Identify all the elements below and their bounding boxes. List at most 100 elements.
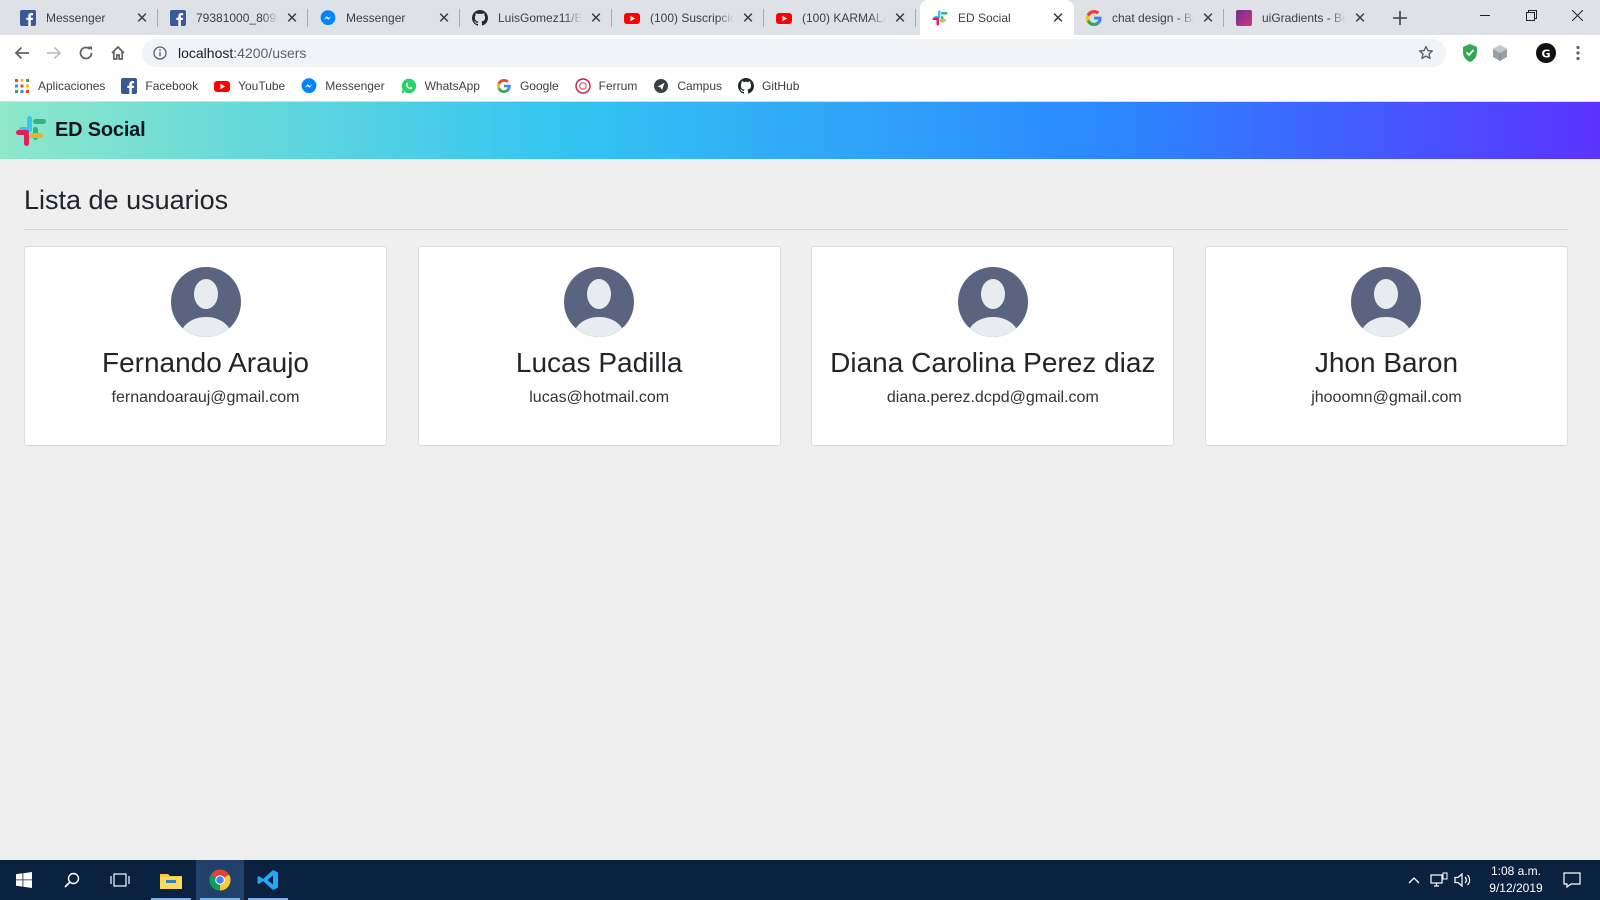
tab-title: Messenger: [346, 10, 406, 25]
tab-google-search[interactable]: chat design - Buscar ✕: [1074, 0, 1224, 35]
cube-extension-icon[interactable]: [1490, 43, 1510, 63]
close-icon[interactable]: ✕: [1050, 10, 1066, 27]
bookmark-youtube[interactable]: YouTube: [214, 78, 285, 94]
bookmark-github[interactable]: GitHub: [738, 78, 799, 94]
start-button[interactable]: [0, 860, 48, 900]
tab-title: ED Social: [958, 10, 1011, 25]
tab-strip: Messenger ✕ 79381000_8096788 ✕ Messenger…: [0, 0, 1600, 35]
bookmark-label: Campus: [677, 79, 723, 93]
home-button[interactable]: [104, 39, 132, 67]
bookmark-aplicaciones[interactable]: Aplicaciones: [14, 78, 105, 94]
tab-uigradients[interactable]: uiGradients - Beautiful ✕: [1224, 0, 1376, 35]
tab-title: Messenger: [46, 10, 106, 25]
user-card[interactable]: Jhon Baron jhooomn@gmail.com: [1204, 246, 1568, 446]
tab-title: (100) Suscripciones: [650, 10, 734, 25]
bookmark-whatsapp[interactable]: WhatsApp: [401, 78, 480, 94]
bookmark-label: YouTube: [238, 79, 286, 93]
tab-title: LuisGomez11/ED-Social: [498, 10, 582, 25]
tab-messenger[interactable]: Messenger ✕: [308, 0, 460, 35]
new-tab-button[interactable]: [1388, 6, 1412, 30]
close-icon[interactable]: ✕: [588, 10, 604, 27]
github-icon: [472, 9, 488, 26]
bookmark-ferrum[interactable]: Ferrum: [574, 78, 638, 94]
back-button[interactable]: [8, 39, 36, 67]
user-email: jhooomn@gmail.com: [1311, 389, 1462, 406]
bookmark-label: Messenger: [325, 79, 385, 93]
file-explorer-icon[interactable]: [147, 860, 195, 900]
whatsapp-icon: [401, 78, 417, 94]
slack-logo-icon[interactable]: [15, 115, 47, 147]
browser-toolbar: localhost:4200/users G: [0, 35, 1600, 71]
user-card[interactable]: Lucas Padilla lucas@hotmail.com: [417, 246, 781, 446]
users-page: Lista de usuarios Fernando Araujo fernan…: [24, 159, 1568, 446]
close-icon[interactable]: ✕: [1352, 10, 1368, 27]
profile-avatar[interactable]: G: [1536, 43, 1556, 63]
address-bar[interactable]: localhost:4200/users: [142, 39, 1446, 67]
reload-button[interactable]: [72, 39, 100, 67]
bookmark-label: Aplicaciones: [38, 79, 106, 93]
vscode-icon[interactable]: [244, 860, 292, 900]
close-icon[interactable]: ✕: [892, 10, 908, 27]
tab-youtube-karmalandia[interactable]: (100) KARMALANDIA ✕: [764, 0, 916, 35]
chrome-icon[interactable]: [196, 860, 244, 900]
user-name: Diana Carolina Perez diaz: [830, 347, 1156, 378]
chevron-up-icon[interactable]: [1404, 860, 1424, 900]
slack-logo-icon: [932, 10, 948, 26]
avatar-icon: [957, 267, 1028, 337]
facebook-icon: [170, 9, 186, 26]
bookmarks-bar: Aplicaciones Facebook YouTube Messenger …: [0, 71, 1600, 102]
user-email: diana.perez.dcpd@gmail.com: [886, 389, 1099, 406]
minimize-button[interactable]: [1462, 0, 1508, 30]
tab-title: uiGradients - Beautiful: [1262, 10, 1346, 25]
user-name: Lucas Padilla: [515, 347, 683, 378]
task-view-icon[interactable]: [96, 860, 144, 900]
tab-facebook-photo[interactable]: 79381000_8096788 ✕: [158, 0, 308, 35]
info-icon[interactable]: [152, 45, 168, 61]
app-navbar: ED Social: [0, 102, 1600, 159]
menu-icon[interactable]: [1568, 43, 1588, 63]
bookmark-facebook[interactable]: Facebook: [121, 78, 198, 94]
user-card[interactable]: Diana Carolina Perez diaz diana.perez.dc…: [811, 246, 1175, 446]
forward-button[interactable]: [40, 39, 68, 67]
youtube-icon: [776, 10, 792, 26]
tab-ed-social[interactable]: ED Social ✕: [920, 0, 1074, 35]
close-icon[interactable]: ✕: [1200, 10, 1216, 27]
volume-icon[interactable]: [1452, 860, 1474, 900]
campus-icon: [653, 78, 669, 94]
close-window-button[interactable]: [1554, 0, 1600, 30]
bookmark-google[interactable]: Google: [496, 78, 559, 94]
user-name: Jhon Baron: [1314, 347, 1459, 378]
clock-time: 1:08 a.m.: [1490, 864, 1542, 878]
tab-github[interactable]: LuisGomez11/ED-Social ✕: [460, 0, 612, 35]
close-icon[interactable]: ✕: [740, 10, 756, 27]
close-icon[interactable]: ✕: [436, 10, 452, 27]
notification-icon[interactable]: [1558, 860, 1586, 900]
user-card[interactable]: Fernando Araujo fernandoarauj@gmail.com: [24, 246, 387, 446]
close-icon[interactable]: ✕: [134, 10, 150, 27]
bookmark-label: Google: [519, 79, 559, 93]
divider: [24, 229, 1568, 230]
shield-extension-icon[interactable]: [1460, 43, 1480, 63]
search-icon[interactable]: [48, 860, 96, 900]
user-card-list: Fernando Araujo fernandoarauj@gmail.com …: [24, 246, 1568, 446]
user-email: lucas@hotmail.com: [529, 389, 670, 406]
google-icon: [496, 78, 512, 94]
bookmark-star-icon[interactable]: [1418, 45, 1434, 61]
network-icon[interactable]: [1428, 860, 1450, 900]
avatar-icon: [1351, 267, 1422, 337]
bookmark-campus[interactable]: Campus: [653, 78, 722, 94]
avatar-icon: [564, 267, 635, 337]
tab-youtube-subscriptions[interactable]: (100) Suscripciones ✕: [612, 0, 764, 35]
bookmark-label: GitHub: [762, 79, 800, 93]
bookmark-label: Ferrum: [598, 79, 638, 93]
close-icon[interactable]: ✕: [284, 10, 300, 27]
restore-button[interactable]: [1508, 0, 1554, 30]
tab-messenger-facebook[interactable]: Messenger ✕: [8, 0, 158, 35]
user-name: Fernando Araujo: [101, 347, 310, 378]
tab-title: chat design - Buscar: [1112, 10, 1194, 25]
bookmark-messenger[interactable]: Messenger: [301, 78, 385, 94]
system-clock[interactable]: 1:08 a.m. 9/12/2019: [1476, 863, 1556, 897]
brand-name[interactable]: ED Social: [55, 119, 146, 142]
uigradients-icon: [1236, 9, 1252, 26]
bookmark-label: Facebook: [145, 79, 199, 93]
